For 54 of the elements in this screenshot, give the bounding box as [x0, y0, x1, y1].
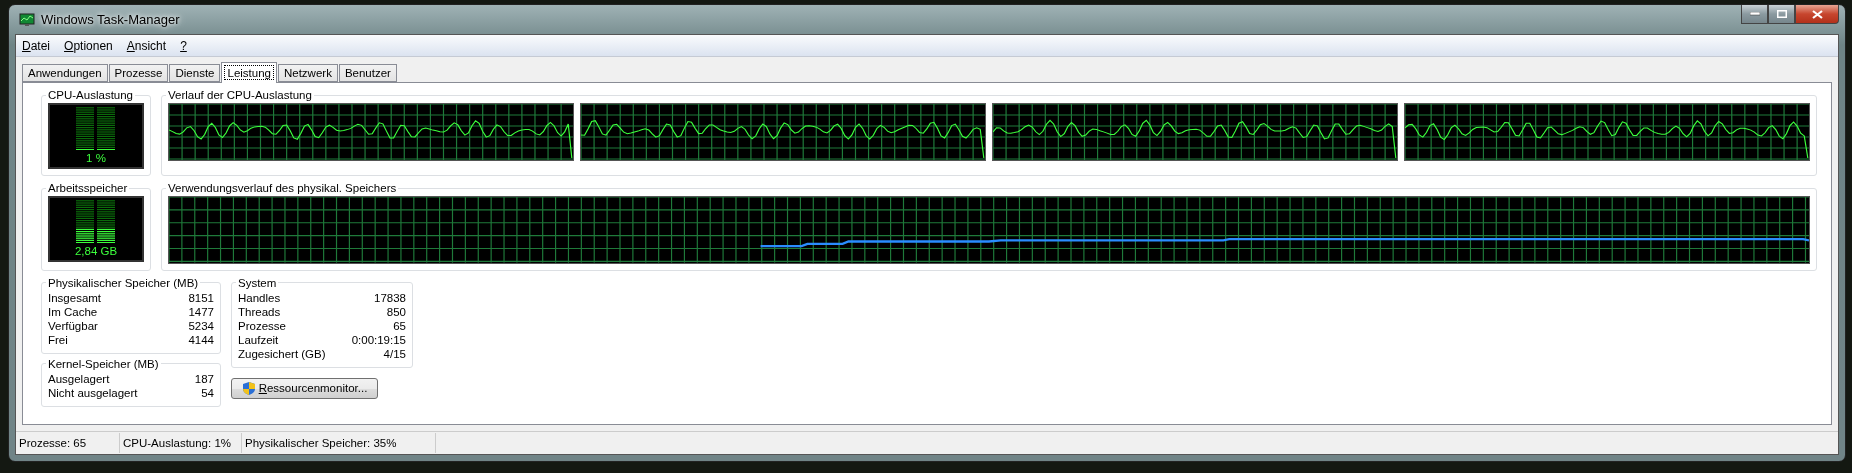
group-title: Kernel-Speicher (MB) — [47, 357, 160, 370]
stat-label: Im Cache — [48, 304, 98, 319]
monitor-icon — [19, 12, 35, 27]
group-title: Physikalischer Speicher (MB) — [47, 276, 200, 289]
minimize-icon — [1749, 12, 1760, 16]
menu-item[interactable]: Datei — [22, 38, 51, 53]
close-button[interactable] — [1795, 5, 1839, 24]
maximize-icon — [1776, 10, 1787, 18]
stat-label: Nicht ausgelagert — [48, 385, 138, 400]
shield-icon — [241, 380, 256, 396]
stat-value: 0:00:19:15 — [351, 332, 406, 347]
stat-label: Threads — [238, 304, 281, 319]
menu-item[interactable]: ? — [180, 38, 187, 53]
group-title: Verlauf der CPU-Auslastung — [167, 89, 313, 101]
stat-label: Handles — [238, 290, 281, 305]
stat-label: Insgesamt — [48, 290, 102, 305]
group-title: Arbeitsspeicher — [47, 182, 129, 194]
stat-label: Prozesse — [238, 318, 286, 333]
stat-value: 1477 — [188, 304, 214, 319]
meter-reading: 2,84 GB — [74, 245, 118, 257]
menu-item[interactable]: Optionen — [64, 38, 113, 53]
tab[interactable]: Prozesse — [108, 64, 169, 82]
stat-value: 65 — [393, 318, 406, 333]
stat-label: Ausgelagert — [48, 371, 110, 386]
stat-value: 17838 — [374, 290, 406, 305]
stat-value: 4/15 — [383, 346, 406, 361]
stat-value: 187 — [194, 371, 214, 386]
status-text: CPU-Auslastung: 1% — [120, 433, 242, 453]
status-text: Physikalischer Speicher: 35% — [242, 433, 436, 453]
stat-label: Zugesichert (GB) — [238, 346, 326, 361]
stat-value: 5234 — [188, 318, 214, 333]
tab[interactable]: Netzwerk — [277, 64, 338, 82]
resource-monitor-button[interactable]: Ressourcenmonitor... — [231, 377, 378, 399]
stat-value: 54 — [201, 385, 214, 400]
close-icon — [1811, 9, 1823, 19]
tab[interactable]: Anwendungen — [22, 64, 108, 82]
stat-label: Verfügbar — [48, 318, 98, 333]
tab[interactable]: Dienste — [169, 64, 221, 82]
meter-reading: 1 % — [86, 152, 106, 164]
tab[interactable]: Benutzer — [338, 64, 397, 82]
stat-value: 8151 — [188, 290, 214, 305]
status-text: Prozesse: 65 — [16, 433, 120, 453]
maximize-button[interactable] — [1768, 5, 1795, 24]
stat-value: 850 — [386, 304, 406, 319]
group-title: CPU-Auslastung — [47, 89, 134, 101]
menu-item[interactable]: Ansicht — [126, 38, 167, 53]
group-title: Verwendungsverlauf des physikal. Speichers — [167, 182, 398, 194]
stat-label: Laufzeit — [238, 332, 279, 347]
stat-value: 4144 — [188, 332, 214, 347]
group-title: System — [237, 276, 278, 289]
stat-label: Frei — [48, 332, 68, 347]
tab[interactable]: Leistung — [221, 62, 277, 83]
minimize-button[interactable] — [1741, 5, 1768, 24]
window-title: Windows Task-Manager — [41, 12, 180, 27]
